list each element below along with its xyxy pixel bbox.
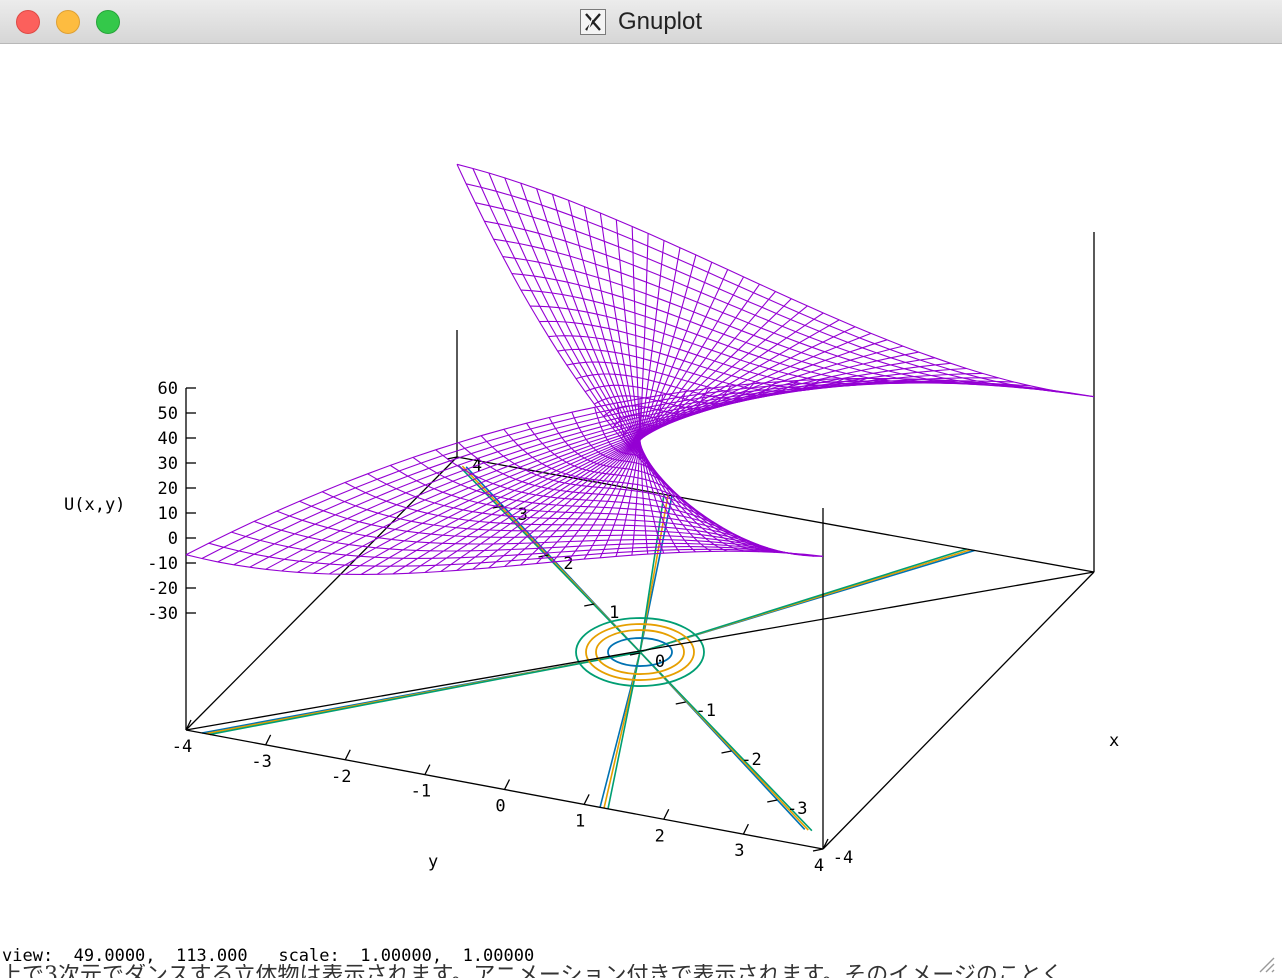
surface-mesh [185,163,1095,575]
z-tick-label: 30 [158,454,178,474]
x-tick-label: 2 [563,554,573,574]
y-tick-label: -2 [331,767,351,787]
base-edge-back-x [185,571,1095,731]
x-tick-label: -1 [696,701,716,721]
y-tick-label: 3 [734,841,744,861]
x-tick-label: 0 [655,652,665,672]
window-title-group: Gnuplot [0,0,1282,44]
y-tick-label: 2 [655,826,665,846]
y-tick [742,823,749,835]
y-tick [583,794,590,805]
z-tick-label: 40 [158,429,178,449]
x-tick [675,701,686,705]
x11-icon [579,9,606,35]
x-tick [721,750,732,754]
y-tick-label: -3 [251,752,271,772]
y-tick-label: 4 [814,856,824,876]
y-tick [424,764,431,775]
background-document-text: 上で3次元でダンスする立体物は表示されます。アニメーション付きで表示されます。そ… [0,964,1064,978]
x-tick-label: 1 [609,603,619,623]
x-tick [584,603,595,607]
window-title: Gnuplot [617,8,703,35]
z-tick-label: 60 [158,379,178,399]
x-tick-label: -2 [741,750,761,770]
contour-plot [201,464,975,832]
gnuplot-canvas[interactable]: 6050403020100-10-20-30-4-3-2-101234 -4-3-… [0,44,1282,944]
base-edge-back-y [456,456,1095,573]
z-tick-label: -20 [147,579,178,599]
x-tick-label: -4 [833,848,853,868]
y-tick [265,734,272,746]
x-axis-label: x [1109,731,1119,751]
z-tick-label: 0 [168,529,178,549]
x-tick [812,848,824,852]
resize-grip-icon[interactable] [1254,952,1276,974]
contour-arm [639,548,967,653]
z-tick-label: 10 [158,504,178,524]
window-titlebar: Gnuplot [0,0,1282,44]
y-tick [503,779,511,790]
status-bar: view: 49.0000, 113.000 scale: 1.00000, 1… [2,946,535,966]
z-tick-label: 20 [158,479,178,499]
z-tick-label: -30 [147,604,178,624]
z-axis-label: U(x,y) [64,495,125,515]
background-document-strip: 上で3次元でダンスする立体物は表示されます。アニメーション付きで表示されます。そ… [0,964,1250,978]
contour-arm [209,651,641,736]
z-tick-label: 50 [158,404,178,424]
x-tick-label: -3 [787,799,807,819]
y-tick-label: -4 [172,737,192,757]
y-tick [663,808,670,820]
x-tick [767,799,778,803]
z-tick-label: -10 [147,554,178,574]
y-tick-label: -1 [411,782,431,802]
contour-arm [639,494,665,653]
base-edge-diagonal-y [185,456,458,731]
y-tick [344,749,351,761]
y-tick-label: 1 [575,811,585,831]
base-edge-right [822,571,1095,850]
y-tick-label: 0 [495,797,505,817]
y-axis-label: y [428,852,438,872]
